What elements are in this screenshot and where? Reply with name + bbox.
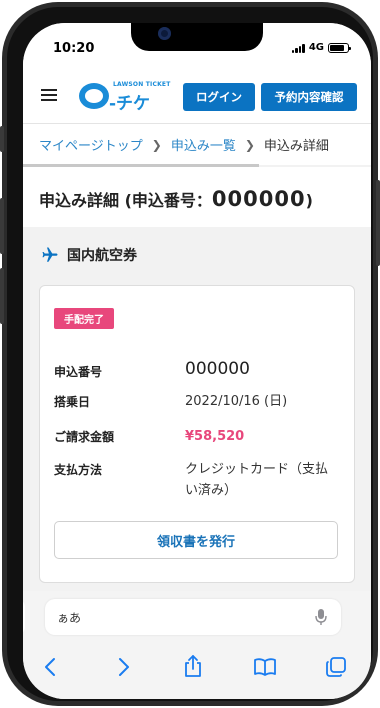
issue-receipt-button[interactable]: 領収書を発行	[54, 521, 338, 559]
menu-icon[interactable]	[41, 89, 57, 101]
phone-frame: 10:20 4G LAWSON TICKET -チケ ログイン 予約内容確認 マ…	[0, 2, 380, 706]
signal-icon	[291, 43, 305, 53]
chevron-right-icon: ❯	[151, 137, 162, 152]
site-logo[interactable]: LAWSON TICKET -チケ	[79, 77, 170, 114]
page-title: 申込み詳細 (申込番号：000000)	[39, 187, 313, 211]
notch	[131, 23, 263, 51]
status-badge: 手配完了	[54, 308, 114, 329]
row-value: 2022/10/16 (日)	[185, 394, 288, 409]
row-label: 搭乗日	[54, 395, 91, 409]
breadcrumb-current: 申込み詳細	[263, 139, 329, 154]
breadcrumb: マイページトップ ❯ 申込み一覧 ❯ 申込み詳細	[23, 123, 371, 165]
volume-up-button	[0, 198, 4, 254]
row-label: 支払方法	[54, 463, 103, 477]
row-value: クレジットカード（支払い済み）	[185, 462, 329, 498]
section-header: 国内航空券	[41, 245, 137, 265]
front-camera	[158, 27, 171, 40]
chevron-right-icon: ❯	[244, 137, 255, 152]
back-icon[interactable]	[43, 657, 57, 677]
power-button	[376, 180, 380, 266]
status-time: 10:20	[53, 41, 95, 56]
bookmarks-icon[interactable]	[253, 658, 277, 676]
browser-toolbar	[23, 649, 371, 689]
text-input-field[interactable]: ぁあ	[45, 599, 341, 635]
row-label: 申込番号	[54, 365, 103, 379]
login-button[interactable]: ログイン	[183, 83, 255, 111]
network-type: 4G	[308, 42, 324, 53]
page-title-suffix: )	[305, 191, 313, 210]
reservation-check-button[interactable]: 予約内容確認	[261, 83, 357, 111]
breadcrumb-mypage-link[interactable]: マイページトップ	[39, 135, 143, 154]
silent-switch	[0, 126, 4, 152]
main-content: 国内航空券 手配完了 申込番号 000000 搭乗日 2022/10/16 (日…	[23, 227, 371, 607]
tabs-icon[interactable]	[325, 656, 347, 678]
page-title-prefix: 申込み詳細 (申込番号：	[39, 191, 212, 210]
logo-o-mark	[79, 83, 109, 109]
forward-icon[interactable]	[117, 657, 131, 677]
title-area: 申込み詳細 (申込番号：000000)	[23, 167, 371, 227]
battery-icon	[328, 42, 351, 53]
previous-field-edge	[23, 599, 25, 635]
logo-small-text: LAWSON TICKET	[113, 81, 171, 88]
row-value: ¥58,520	[185, 429, 245, 444]
section-title: 国内航空券	[67, 248, 137, 264]
site-header: LAWSON TICKET -チケ ログイン 予約内容確認	[23, 69, 371, 123]
microphone-icon[interactable]	[315, 608, 327, 626]
input-text: ぁあ	[57, 611, 82, 625]
volume-down-button	[0, 268, 4, 324]
logo-text: -チケ	[109, 94, 151, 114]
airplane-icon	[42, 247, 58, 262]
page-title-number: 000000	[211, 187, 306, 211]
booking-card: 手配完了 申込番号 000000 搭乗日 2022/10/16 (日) ご請求金…	[39, 285, 355, 583]
browser-bottom-bar: ぁあ	[23, 591, 371, 699]
row-label: ご請求金額	[54, 430, 115, 444]
row-value: 000000	[185, 359, 250, 379]
screen: 10:20 4G LAWSON TICKET -チケ ログイン 予約内容確認 マ…	[23, 23, 371, 699]
share-icon[interactable]	[183, 654, 203, 678]
breadcrumb-list-link[interactable]: 申込み一覧	[171, 135, 236, 154]
